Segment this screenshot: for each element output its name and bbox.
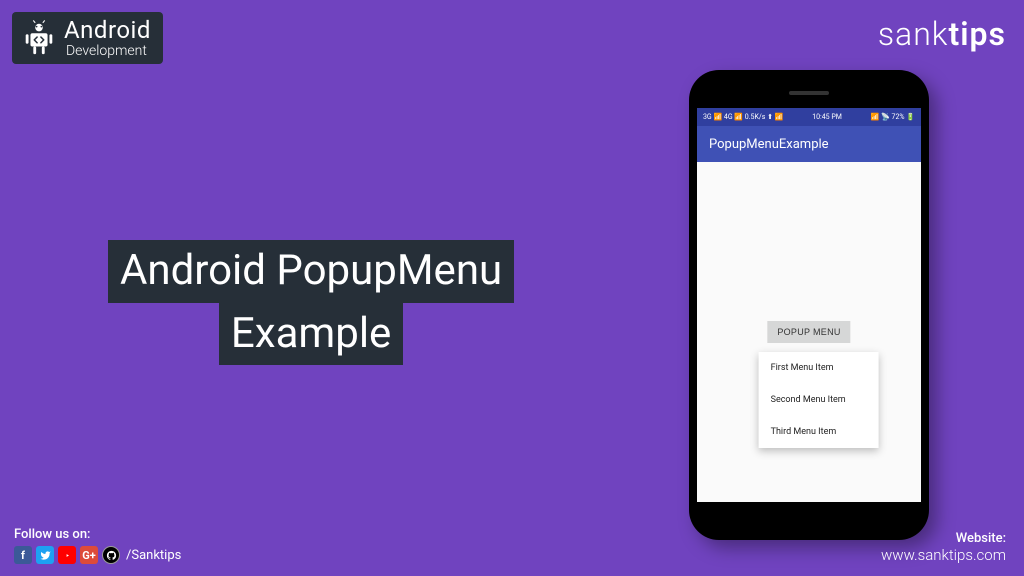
phone-speaker (789, 91, 829, 95)
phone-inner: 3G 📶 4G 📶 0.5K/s ⬆ 📶 10:45 PM 📶 📡 72% 🔋 … (697, 78, 921, 532)
app-bar-title: PopupMenuExample (709, 137, 829, 152)
status-bar: 3G 📶 4G 📶 0.5K/s ⬆ 📶 10:45 PM 📶 📡 72% 🔋 (697, 108, 921, 126)
logo-main-text: Android (64, 18, 151, 42)
popup-item-2[interactable]: Second Menu Item (759, 384, 879, 416)
social-row: f G+ /Sanktips (14, 546, 181, 564)
status-time: 10:45 PM (812, 113, 842, 121)
popup-item-1[interactable]: First Menu Item (759, 352, 879, 384)
android-dev-icon (20, 19, 58, 57)
website-label: Website: (881, 531, 1006, 546)
social-section: Follow us on: f G+ /Sanktips (14, 527, 181, 564)
main-title: Android PopupMenu Example (108, 240, 514, 365)
brand-prefix: sank (878, 15, 949, 53)
social-handle: /Sanktips (126, 548, 181, 563)
phone-mockup: 3G 📶 4G 📶 0.5K/s ⬆ 📶 10:45 PM 📶 📡 72% 🔋 … (689, 70, 929, 540)
app-bar: PopupMenuExample (697, 126, 921, 162)
facebook-icon[interactable]: f (14, 546, 32, 564)
website-url: www.sanktips.com (881, 546, 1006, 564)
twitter-icon[interactable] (36, 546, 54, 564)
logo-section: Android Development (12, 12, 163, 64)
youtube-icon[interactable] (58, 546, 76, 564)
github-icon[interactable] (102, 546, 120, 564)
title-line-1: Android PopupMenu (108, 240, 514, 303)
brand-suffix: tips (948, 15, 1006, 53)
popup-item-3[interactable]: Third Menu Item (759, 416, 879, 448)
phone-bottom-bezel (697, 502, 921, 532)
popup-menu-button[interactable]: POPUP MENU (767, 321, 850, 343)
phone-top-bezel (697, 78, 921, 108)
phone-screen: 3G 📶 4G 📶 0.5K/s ⬆ 📶 10:45 PM 📶 📡 72% 🔋 … (697, 108, 921, 502)
follow-label: Follow us on: (14, 527, 181, 542)
app-content: POPUP MENU First Menu Item Second Menu I… (697, 162, 921, 502)
status-left: 3G 📶 4G 📶 0.5K/s ⬆ 📶 (703, 113, 783, 121)
logo-sub-text: Development (66, 44, 151, 58)
brand-text: sanktips (878, 15, 1006, 53)
website-section: Website: www.sanktips.com (881, 531, 1006, 564)
logo-text: Android Development (64, 18, 151, 58)
status-right: 📶 📡 72% 🔋 (871, 113, 915, 121)
title-line-2: Example (219, 303, 403, 366)
googleplus-icon[interactable]: G+ (80, 546, 98, 564)
popup-menu: First Menu Item Second Menu Item Third M… (759, 352, 879, 448)
